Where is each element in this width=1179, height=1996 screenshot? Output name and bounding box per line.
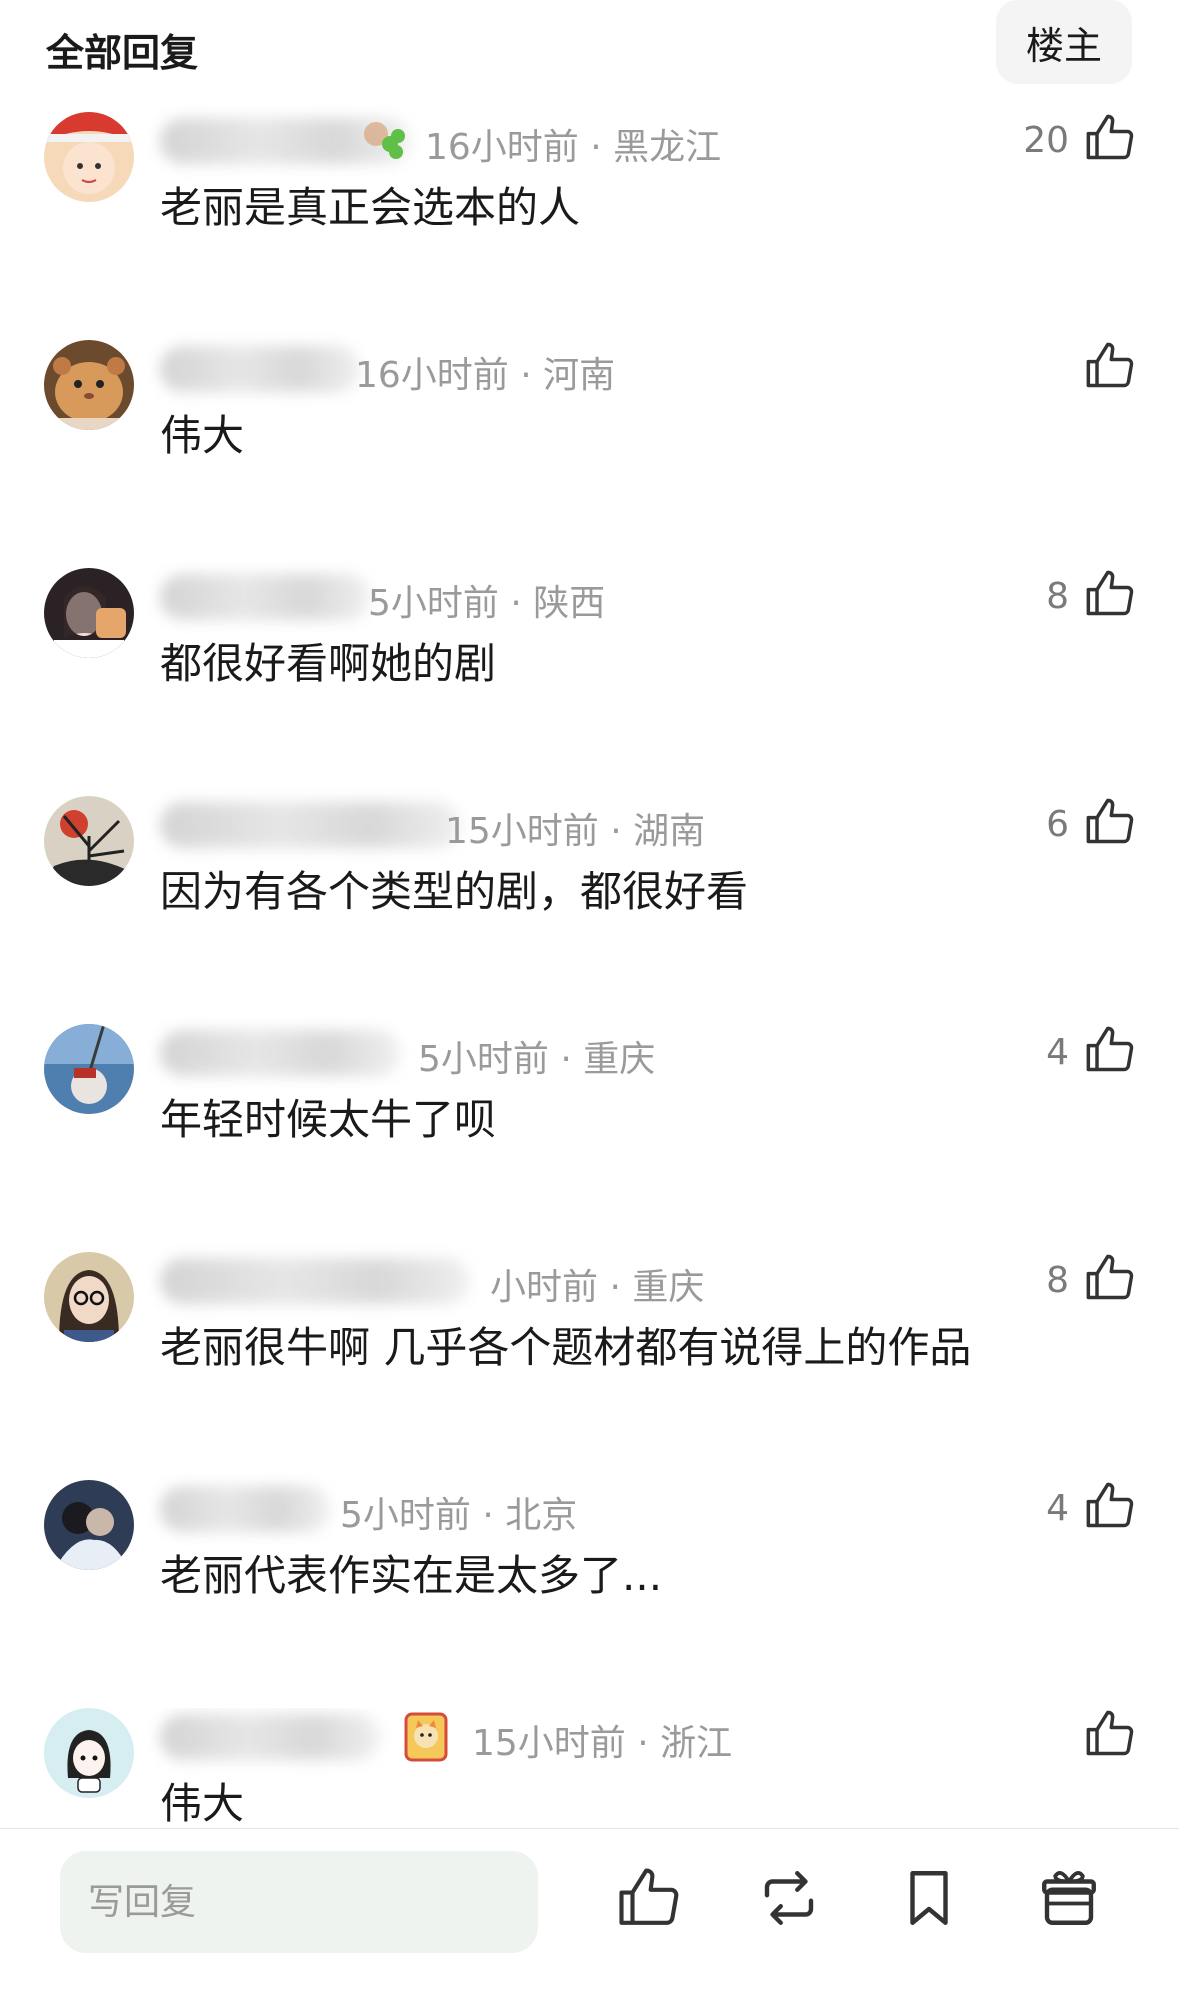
bottom-action-bar [0,1829,1179,1996]
comment-time: 5小时前 [340,1495,471,1536]
owner-filter-button[interactable]: 楼主 [996,0,1132,84]
gift-icon[interactable] [1036,1865,1102,1931]
like-count: 8 [1046,576,1069,617]
comment-location: 浙江 [660,1723,733,1764]
comment-time: 15小时前 [472,1723,626,1764]
like-count: 6 [1046,804,1069,845]
username-blurred[interactable] [160,1030,400,1076]
username-blurred[interactable] [160,346,360,392]
user-avatar[interactable] [44,1252,134,1342]
comment-location: 重庆 [583,1039,656,1080]
username-blurred[interactable] [160,802,460,848]
comment-item: 16小时前 · 黑龙江 老丽是真正会选本的人 20 [0,112,1179,340]
comment-text: 老丽很牛啊 几乎各个题材都有说得上的作品 [160,1323,972,1372]
comment-location: 湖南 [633,811,706,852]
comment-meta: 16小时前 · 河南 [355,355,616,396]
comment-text: 老丽代表作实在是太多了... [160,1551,663,1600]
reply-input[interactable] [60,1851,538,1953]
repost-icon[interactable] [756,1865,822,1931]
page-title: 全部回复 [46,31,199,75]
comment-meta: 5小时前 · 北京 [340,1495,578,1536]
thumb-up-icon[interactable] [1084,1252,1136,1304]
username-blurred[interactable] [160,1258,470,1304]
username-blurred[interactable] [160,574,370,620]
thumb-up-icon[interactable] [1084,112,1136,164]
comment-text: 都很好看啊她的剧 [160,639,497,688]
thumb-up-icon[interactable] [1084,568,1136,620]
comment-time: 5小时前 [418,1039,549,1080]
like-count: 4 [1046,1032,1069,1073]
user-avatar[interactable] [44,796,134,886]
user-avatar[interactable] [44,340,134,430]
bookmark-icon[interactable] [896,1865,962,1931]
like-count: 8 [1046,1260,1069,1301]
comment-meta: 5小时前 · 重庆 [418,1039,656,1080]
comment-meta: 15小时前 · 浙江 [472,1723,733,1764]
comment-time: 5小时前 [368,583,499,624]
comment-item: 5小时前 · 重庆 年轻时候太牛了呗 4 [0,1024,1179,1252]
comment-text: 因为有各个类型的剧，都很好看 [160,867,749,916]
comment-text: 伟大 [160,411,245,460]
user-avatar[interactable] [44,112,134,202]
comment-item: 16小时前 · 河南 伟大 [0,340,1179,568]
thumb-up-icon[interactable] [1084,340,1136,392]
user-avatar[interactable] [44,1708,134,1798]
comment-text: 年轻时候太牛了呗 [160,1095,497,1144]
comment-location: 河南 [543,355,616,396]
cat-badge-icon [404,1712,448,1762]
comment-time: 15小时前 [445,811,599,852]
comment-text: 老丽是真正会选本的人 [160,183,581,232]
comment-meta: 16小时前 · 黑龙江 [425,127,722,168]
comment-meta: 15小时前 · 湖南 [445,811,706,852]
thumb-up-icon[interactable] [1084,1024,1136,1076]
comment-meta: 小时前 · 重庆 [490,1267,705,1308]
comment-location: 黑龙江 [613,127,722,168]
comment-location: 陕西 [533,583,606,624]
comment-time: 小时前 [490,1267,599,1308]
comment-item: 15小时前 · 浙江 伟大 [0,1708,1179,1828]
username-blurred[interactable] [160,1714,380,1760]
comment-time: 16小时前 [355,355,509,396]
comment-location: 重庆 [632,1267,705,1308]
comment-meta: 5小时前 · 陕西 [368,583,606,624]
comment-item: 小时前 · 重庆 老丽很牛啊 几乎各个题材都有说得上的作品 8 [0,1252,1179,1480]
like-count: 4 [1046,1488,1069,1529]
comment-location: 北京 [505,1495,578,1536]
comment-item: 5小时前 · 陕西 都很好看啊她的剧 8 [0,568,1179,796]
user-avatar[interactable] [44,1480,134,1570]
thumb-up-icon[interactable] [1084,1708,1136,1760]
comment-text: 伟大 [160,1779,245,1828]
comment-time: 16小时前 [425,127,579,168]
user-avatar[interactable] [44,568,134,658]
thumb-up-icon[interactable] [616,1865,682,1931]
comment-item: 15小时前 · 湖南 因为有各个类型的剧，都很好看 6 [0,796,1179,1024]
comment-item: 5小时前 · 北京 老丽代表作实在是太多了... 4 [0,1480,1179,1708]
clover-badge-icon [364,122,405,159]
thumb-up-icon[interactable] [1084,796,1136,848]
user-avatar[interactable] [44,1024,134,1114]
username-blurred[interactable] [160,1486,330,1532]
thumb-up-icon[interactable] [1084,1480,1136,1532]
like-count: 20 [1023,120,1069,161]
